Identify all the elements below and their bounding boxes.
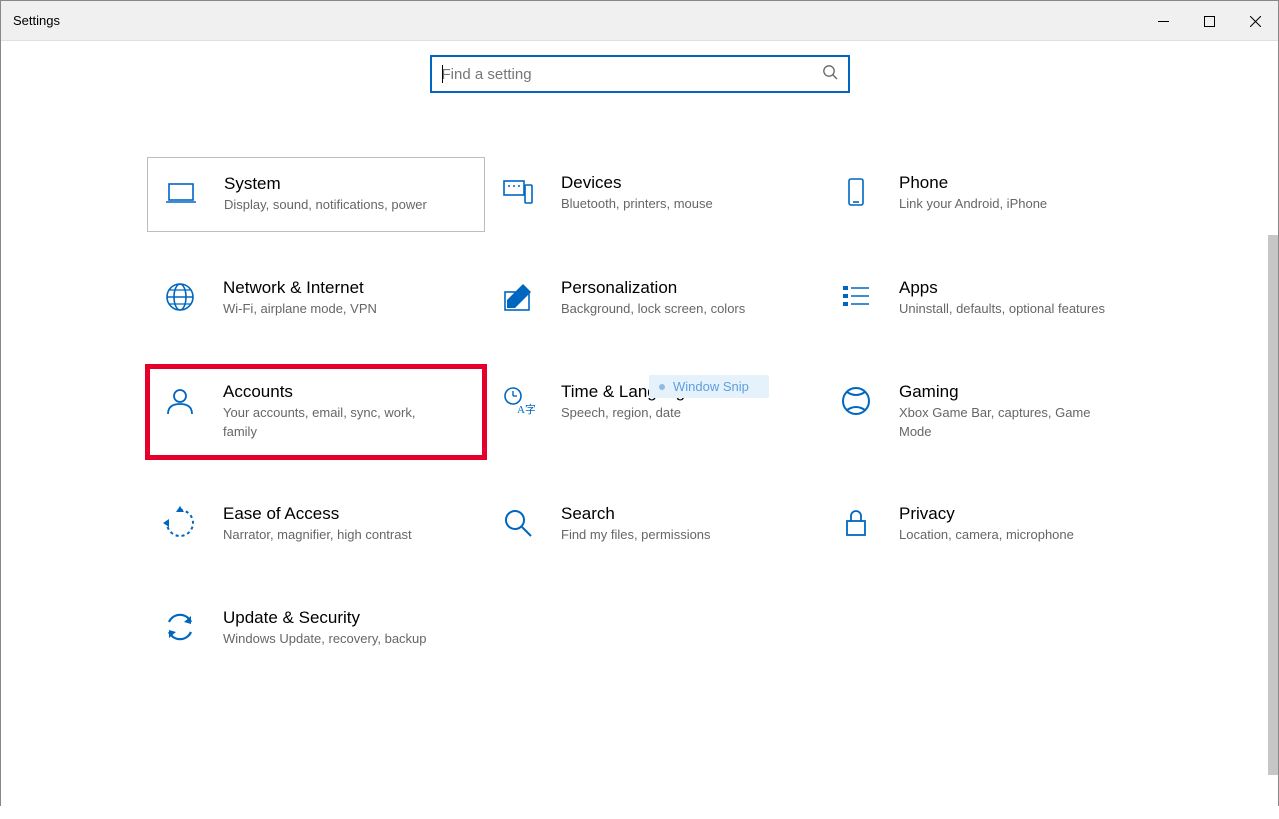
- tile-desc: Display, sound, notifications, power: [224, 196, 427, 215]
- search-icon: [822, 64, 838, 85]
- tile-desc: Windows Update, recovery, backup: [223, 630, 427, 649]
- tile-title: Update & Security: [223, 608, 427, 628]
- tile-title: Personalization: [561, 278, 745, 298]
- devices-icon: [501, 175, 535, 209]
- tile-phone[interactable]: Phone Link your Android, iPhone: [823, 157, 1161, 232]
- tile-desc: Narrator, magnifier, high contrast: [223, 526, 412, 545]
- tile-apps[interactable]: Apps Uninstall, defaults, optional featu…: [823, 262, 1161, 336]
- snip-overlay: Window Snip: [649, 375, 769, 398]
- xbox-icon: [839, 384, 873, 418]
- tile-network[interactable]: Network & Internet Wi-Fi, airplane mode,…: [147, 262, 485, 336]
- tile-desc: Xbox Game Bar, captures, Game Mode: [899, 404, 1109, 442]
- tile-desc: Your accounts, email, sync, work, family: [223, 404, 433, 442]
- tile-search[interactable]: Search Find my files, permissions: [485, 488, 823, 562]
- settings-grid: System Display, sound, notifications, po…: [147, 157, 1278, 666]
- tile-privacy[interactable]: Privacy Location, camera, microphone: [823, 488, 1161, 562]
- scrollbar[interactable]: [1268, 235, 1278, 819]
- close-button[interactable]: [1232, 1, 1278, 41]
- content-area: System Display, sound, notifications, po…: [1, 55, 1278, 819]
- tile-title: Phone: [899, 173, 1047, 193]
- tile-ease-of-access[interactable]: Ease of Access Narrator, magnifier, high…: [147, 488, 485, 562]
- window-title: Settings: [13, 13, 60, 28]
- snip-dot-icon: [659, 384, 665, 390]
- tile-desc: Link your Android, iPhone: [899, 195, 1047, 214]
- phone-icon: [839, 175, 873, 209]
- tile-desc: Location, camera, microphone: [899, 526, 1074, 545]
- tile-devices[interactable]: Devices Bluetooth, printers, mouse: [485, 157, 823, 232]
- svg-text:A字: A字: [517, 402, 535, 416]
- maximize-button[interactable]: [1186, 1, 1232, 41]
- globe-icon: [163, 280, 197, 314]
- tile-desc: Find my files, permissions: [561, 526, 711, 545]
- search-container: [1, 55, 1278, 93]
- magnifier-icon: [501, 506, 535, 540]
- search-input[interactable]: [442, 66, 822, 83]
- tile-desc: Uninstall, defaults, optional features: [899, 300, 1105, 319]
- lock-icon: [839, 506, 873, 540]
- tile-accounts[interactable]: Accounts Your accounts, email, sync, wor…: [147, 366, 485, 458]
- tile-title: Ease of Access: [223, 504, 412, 524]
- person-icon: [163, 384, 197, 418]
- apps-icon: [839, 280, 873, 314]
- tile-title: Network & Internet: [223, 278, 377, 298]
- tile-title: Gaming: [899, 382, 1109, 402]
- maximize-icon: [1204, 16, 1215, 27]
- tile-title: Privacy: [899, 504, 1074, 524]
- tile-title: Accounts: [223, 382, 433, 402]
- minimize-button[interactable]: [1140, 1, 1186, 41]
- tile-desc: Wi-Fi, airplane mode, VPN: [223, 300, 377, 319]
- scrollbar-thumb[interactable]: [1268, 235, 1278, 775]
- tile-personalization[interactable]: Personalization Background, lock screen,…: [485, 262, 823, 336]
- text-cursor: [442, 65, 443, 83]
- timelang-icon: A字: [501, 384, 535, 418]
- search-box[interactable]: [430, 55, 850, 93]
- window-controls: [1140, 1, 1278, 41]
- snip-label: Window Snip: [673, 379, 749, 394]
- ease-icon: [163, 506, 197, 540]
- tile-title: Apps: [899, 278, 1105, 298]
- laptop-icon: [164, 176, 198, 210]
- pen-icon: [501, 280, 535, 314]
- tile-title: System: [224, 174, 427, 194]
- tile-desc: Bluetooth, printers, mouse: [561, 195, 713, 214]
- update-icon: [163, 610, 197, 644]
- tile-title: Search: [561, 504, 711, 524]
- tile-update-security[interactable]: Update & Security Windows Update, recove…: [147, 592, 485, 666]
- minimize-icon: [1158, 16, 1169, 27]
- tile-desc: Background, lock screen, colors: [561, 300, 745, 319]
- close-icon: [1250, 16, 1261, 27]
- tile-desc: Speech, region, date: [561, 404, 695, 423]
- tile-gaming[interactable]: Gaming Xbox Game Bar, captures, Game Mod…: [823, 366, 1161, 458]
- titlebar[interactable]: Settings: [1, 1, 1278, 41]
- tile-system[interactable]: System Display, sound, notifications, po…: [147, 157, 485, 232]
- tile-title: Devices: [561, 173, 713, 193]
